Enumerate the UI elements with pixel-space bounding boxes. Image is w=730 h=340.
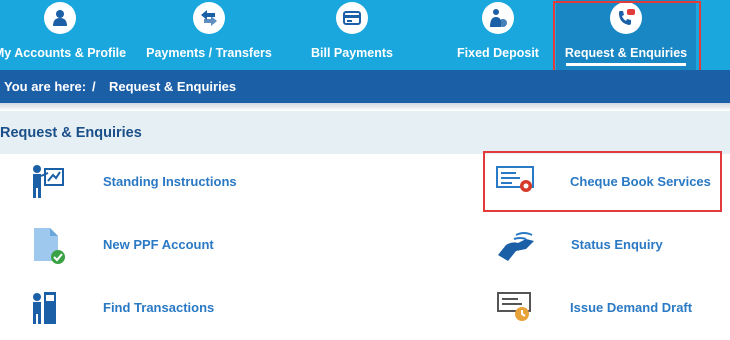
cheque-clock-icon xyxy=(496,288,536,328)
nav-tab-label: Payments / Transfers xyxy=(146,46,272,60)
nav-tab-fixed-deposit[interactable]: Fixed Deposit xyxy=(428,0,568,70)
money-bag-person-icon xyxy=(482,2,514,34)
presenter-board-icon xyxy=(28,162,68,202)
nav-tab-label: Fixed Deposit xyxy=(457,46,539,60)
service-standing-instructions[interactable]: Standing Instructions xyxy=(28,162,258,202)
breadcrumb-shadow xyxy=(0,103,730,111)
service-label: Status Enquiry xyxy=(571,237,663,252)
nav-tab-request-enquiries[interactable]: Request & Enquiries xyxy=(556,0,696,70)
nav-tab-label: Bill Payments xyxy=(311,46,393,60)
breadcrumb-prefix: You are here: xyxy=(4,79,87,94)
service-label: New PPF Account xyxy=(103,237,214,252)
active-tab-indicator xyxy=(566,63,686,66)
nav-tab-label: Request & Enquiries xyxy=(564,46,688,60)
service-find-transactions[interactable]: Find Transactions xyxy=(28,288,258,328)
service-issue-demand-draft[interactable]: Issue Demand Draft xyxy=(496,288,716,328)
cheque-gear-icon xyxy=(496,162,536,202)
service-label: Find Transactions xyxy=(103,300,215,315)
service-label: Cheque Book Services xyxy=(570,174,711,189)
nav-tab-payments-transfers[interactable]: Payments / Transfers xyxy=(138,0,280,70)
person-atm-icon xyxy=(28,288,68,328)
bill-card-icon xyxy=(336,2,368,34)
service-label: Standing Instructions xyxy=(103,174,237,189)
nav-tab-my-accounts[interactable]: My Accounts & Profile xyxy=(0,0,130,70)
nav-tab-label: My Accounts & Profile xyxy=(0,46,127,60)
breadcrumb: You are here: / Request & Enquiries xyxy=(0,70,730,111)
service-status-enquiry[interactable]: Status Enquiry xyxy=(496,225,716,265)
transfer-arrows-icon xyxy=(193,2,225,34)
hand-handshake-icon xyxy=(496,225,536,265)
breadcrumb-current: Request & Enquiries xyxy=(109,79,237,94)
phone-chat-icon xyxy=(610,2,642,34)
document-check-icon xyxy=(28,225,68,265)
user-icon xyxy=(44,2,76,34)
nav-tab-bill-payments[interactable]: Bill Payments xyxy=(282,0,422,70)
service-cheque-book-services[interactable]: Cheque Book Services xyxy=(496,162,716,202)
service-label: Issue Demand Draft xyxy=(570,300,693,315)
section-title: Request & Enquiries xyxy=(0,125,142,141)
breadcrumb-separator: / xyxy=(92,79,96,94)
section-header: Request & Enquiries xyxy=(0,111,730,154)
service-new-ppf-account[interactable]: New PPF Account xyxy=(28,225,258,265)
top-nav: My Accounts & Profile Payments / Transfe… xyxy=(0,0,730,70)
